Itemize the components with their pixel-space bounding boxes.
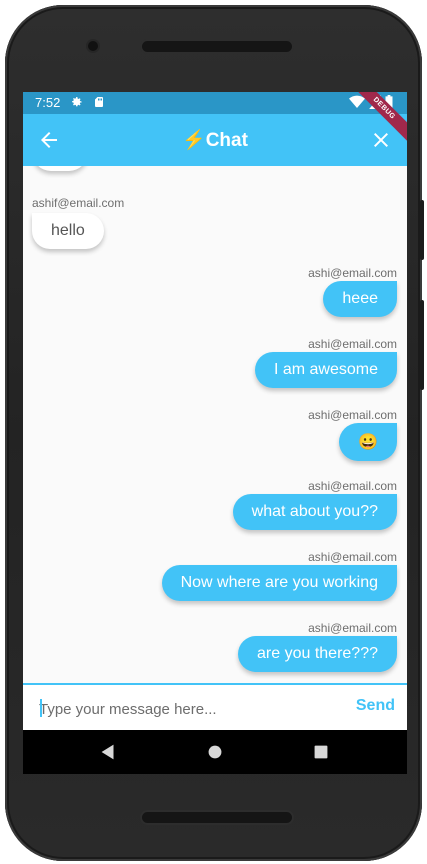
volume-button [420, 300, 424, 390]
earpiece-speaker [142, 41, 292, 52]
message-bubble [32, 166, 88, 171]
message-item: ashif@email.com hello [32, 196, 124, 249]
message-item: ashi@email.com what about you?? [232, 479, 397, 530]
text-cursor [40, 699, 42, 717]
navigation-bar [23, 730, 407, 774]
front-camera [88, 41, 98, 51]
message-sender: ashi@email.com [308, 266, 397, 280]
message-sender: ashi@email.com [308, 479, 397, 493]
screen: 7:52 ⚡Chat DEBUG ashif@email.com hello a… [23, 92, 407, 774]
message-bubble: what about you?? [232, 494, 397, 530]
phone-frame: 7:52 ⚡Chat DEBUG ashif@email.com hello a… [0, 0, 427, 864]
message-item: ashi@email.com are you there??? [238, 621, 397, 672]
message-composer: Send [23, 683, 407, 732]
message-bubble: hello [32, 213, 104, 249]
status-time: 7:52 [35, 95, 61, 110]
power-button [420, 200, 424, 260]
message-sender: ashi@email.com [308, 621, 397, 635]
close-icon[interactable] [369, 128, 393, 152]
message-item [32, 166, 88, 175]
message-bubble: I am awesome [254, 352, 397, 388]
back-triangle-icon[interactable] [97, 741, 119, 763]
message-item: ashi@email.com I am awesome [254, 337, 397, 388]
message-bubble: heee [323, 281, 397, 317]
bottom-speaker [142, 812, 292, 823]
sd-card-icon [95, 97, 103, 107]
home-circle-icon[interactable] [204, 741, 226, 763]
message-bubble: are you there??? [238, 636, 397, 672]
app-bar: ⚡Chat [23, 114, 407, 166]
message-bubble-emoji: 😀 [339, 423, 397, 461]
gear-icon [72, 97, 82, 107]
send-button[interactable]: Send [356, 697, 395, 715]
message-sender: ashi@email.com [308, 550, 397, 564]
message-item: ashi@email.com 😀 [308, 408, 397, 461]
message-list[interactable]: ashif@email.com hello ashi@email.com hee… [23, 166, 407, 683]
status-bar: 7:52 [23, 92, 407, 114]
message-sender: ashi@email.com [308, 408, 397, 422]
message-input[interactable] [39, 697, 339, 721]
message-item: ashi@email.com Now where are you working [161, 550, 397, 601]
message-sender: ashi@email.com [308, 337, 397, 351]
message-sender: ashif@email.com [32, 196, 125, 210]
message-item: ashi@email.com heee [308, 266, 397, 317]
message-bubble: Now where are you working [161, 565, 397, 601]
page-title: ⚡Chat [182, 130, 248, 151]
recents-square-icon[interactable] [310, 741, 332, 763]
